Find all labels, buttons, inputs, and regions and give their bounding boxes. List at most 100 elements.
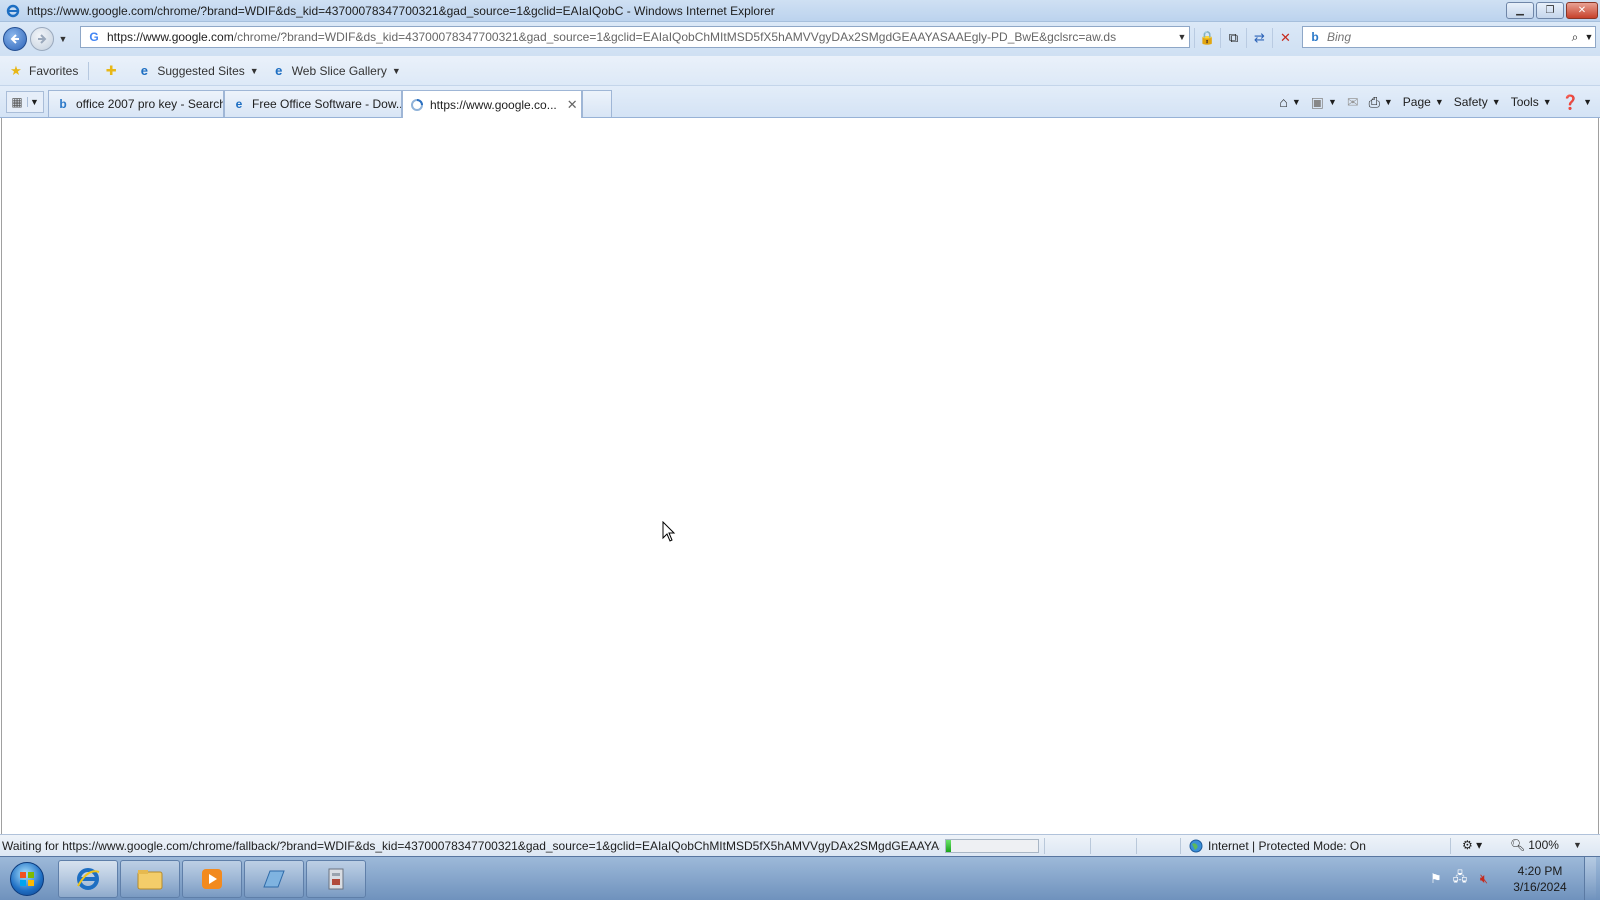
taskbar-app-installer[interactable] xyxy=(306,860,366,898)
tab-google-chrome[interactable]: https://www.google.co... ✕ xyxy=(402,90,582,118)
taskbar-app-window[interactable] xyxy=(244,860,304,898)
divider xyxy=(88,61,90,80)
chevron-down-icon: ▼ xyxy=(1328,97,1337,107)
globe-icon xyxy=(1188,838,1204,854)
star-icon: ★ xyxy=(10,62,22,78)
tab-list-dropdown[interactable]: ▼ xyxy=(27,97,41,107)
loading-progress-bar xyxy=(945,839,1039,853)
chevron-down-icon: ▼ xyxy=(1383,97,1393,107)
progress-fill xyxy=(946,840,951,852)
divider xyxy=(1136,838,1137,854)
forward-arrow-icon xyxy=(38,34,47,44)
tab-label: Free Office Software - Dow... xyxy=(252,97,402,111)
security-zone-label: Internet | Protected Mode: On xyxy=(1208,839,1366,853)
divider xyxy=(1044,838,1045,854)
volume-muted-icon[interactable]: 🔇︎ xyxy=(1472,871,1496,887)
divider xyxy=(1450,838,1451,854)
forward-button[interactable] xyxy=(30,27,54,51)
status-text: Waiting for https://www.google.com/chrom… xyxy=(2,838,940,853)
back-button[interactable] xyxy=(3,27,27,51)
search-options-dropdown[interactable]: ▼ xyxy=(1583,32,1595,42)
start-button[interactable] xyxy=(4,859,50,899)
favorites-label: Favorites xyxy=(29,63,79,78)
url-host: https://www.google.com xyxy=(107,30,234,44)
bing-icon: b xyxy=(59,97,67,111)
tab-free-office-software[interactable]: e Free Office Software - Dow... xyxy=(224,90,402,117)
security-zone[interactable]: Internet | Protected Mode: On xyxy=(1188,838,1366,854)
search-input[interactable] xyxy=(1327,30,1567,44)
navigation-bar: ▼ G https://www.google.com/chrome/?brand… xyxy=(0,22,1600,56)
divider xyxy=(1180,838,1181,854)
media-player-icon xyxy=(202,869,222,889)
network-icon[interactable]: 🖧 xyxy=(1448,868,1472,890)
divider xyxy=(1090,838,1091,854)
chevron-down-icon: ▼ xyxy=(1491,97,1501,107)
chevron-down-icon: ▼ xyxy=(1583,97,1592,107)
home-button[interactable]: ⌂ ▼ xyxy=(1279,94,1300,110)
tab-bing-search[interactable]: b office 2007 pro key - Search xyxy=(48,90,224,117)
zoom-level: 100% xyxy=(1528,838,1559,852)
windows-logo-icon xyxy=(10,862,44,896)
web-slice-gallery-link[interactable]: e Web Slice Gallery ▼ xyxy=(267,60,405,82)
window-title: https://www.google.com/chrome/?brand=WDI… xyxy=(27,3,775,18)
address-bar[interactable]: G https://www.google.com/chrome/?brand=W… xyxy=(80,26,1190,48)
refresh-icon[interactable]: ⇄ xyxy=(1246,28,1272,48)
stop-icon[interactable]: ✕ xyxy=(1272,28,1298,48)
taskbar: ⚑ 🖧 🔇︎ 4:20 PM 3/16/2024 xyxy=(0,856,1600,900)
clock[interactable]: 4:20 PM 3/16/2024 xyxy=(1502,863,1578,895)
action-center-flag-icon[interactable]: ⚑ xyxy=(1424,871,1448,887)
chevron-down-icon: ▼ xyxy=(1542,97,1552,107)
address-url[interactable]: https://www.google.com/chrome/?brand=WDI… xyxy=(107,30,1175,44)
manage-addons-icon[interactable]: ⚙ ▾ xyxy=(1462,838,1482,852)
compatibility-view-icon[interactable]: ⧉ xyxy=(1220,28,1246,48)
help-button[interactable]: ❓ ▼ xyxy=(1562,94,1592,111)
taskbar-media-player[interactable] xyxy=(182,860,242,898)
quick-tabs-icon: ▦ xyxy=(11,95,23,109)
lock-icon[interactable]: 🔒 xyxy=(1194,28,1220,48)
app-window-icon xyxy=(263,870,285,888)
close-tab-icon[interactable]: ✕ xyxy=(567,97,578,113)
add-to-favorites-bar-button[interactable]: ✚ xyxy=(99,60,128,82)
bing-icon: b xyxy=(1311,30,1319,44)
page-content[interactable] xyxy=(1,118,1599,834)
close-window-button[interactable]: ✕ xyxy=(1566,2,1598,19)
suggested-sites-link[interactable]: e Suggested Sites ▼ xyxy=(132,60,262,82)
safety-menu[interactable]: Safety ▼ xyxy=(1454,95,1501,109)
favorites-button[interactable]: ★ Favorites xyxy=(4,60,82,82)
taskbar-internet-explorer[interactable] xyxy=(58,860,118,898)
command-bar: ⌂ ▼ ▣ ▼ ✉ ⎙ ▼ Page ▼ Safety ▼ Tools ▼ ❓ ▼ xyxy=(1269,91,1592,113)
restore-button[interactable]: ❐ xyxy=(1536,2,1564,19)
tools-menu[interactable]: Tools ▼ xyxy=(1511,95,1552,109)
feeds-button[interactable]: ▣ ▼ xyxy=(1311,94,1337,111)
chevron-down-icon: ▼ xyxy=(391,65,401,76)
printer-icon: ⎙ xyxy=(1368,93,1380,110)
read-mail-button[interactable]: ✉ xyxy=(1347,94,1359,111)
mouse-pointer-icon xyxy=(662,521,676,542)
internet-explorer-icon xyxy=(77,868,100,890)
chevron-down-icon: ▼ xyxy=(1434,97,1444,107)
back-arrow-icon xyxy=(10,34,19,44)
ie-page-icon: e xyxy=(275,63,283,78)
favorites-bar: ★ Favorites ✚ e Suggested Sites ▼ e Web … xyxy=(0,56,1600,86)
zoom-control[interactable]: 🔍︎ 100% ▼ xyxy=(1510,838,1582,852)
minimize-button[interactable]: ▁ xyxy=(1506,2,1534,19)
quick-tabs-button[interactable]: ▦ ▼ xyxy=(6,91,44,113)
tab-label: https://www.google.co... xyxy=(430,97,557,112)
tab-bar: ▦ ▼ b office 2007 pro key - Search e Fre… xyxy=(0,86,1600,118)
add-favorite-icon: ✚ xyxy=(105,62,117,78)
search-box[interactable]: b ⌕ ▼ xyxy=(1302,26,1596,48)
new-tab-button[interactable] xyxy=(582,90,612,117)
web-slice-gallery-label: Web Slice Gallery xyxy=(291,63,387,78)
show-desktop-button[interactable] xyxy=(1584,857,1596,900)
print-button[interactable]: ⎙ ▼ xyxy=(1369,94,1393,111)
chevron-down-icon: ▼ xyxy=(1291,97,1301,107)
help-icon: ❓ xyxy=(1561,93,1580,110)
recent-pages-dropdown[interactable]: ▼ xyxy=(57,34,69,44)
address-dropdown-button[interactable]: ▼ xyxy=(1175,32,1189,42)
suggested-sites-label: Suggested Sites xyxy=(157,63,245,78)
search-icon[interactable]: ⌕ xyxy=(1567,30,1583,45)
ie-page-icon: e xyxy=(140,63,148,78)
taskbar-windows-explorer[interactable] xyxy=(120,860,180,898)
system-tray: ⚑ 🖧 🔇︎ 4:20 PM 3/16/2024 xyxy=(1424,857,1596,900)
page-menu[interactable]: Page ▼ xyxy=(1403,95,1444,109)
